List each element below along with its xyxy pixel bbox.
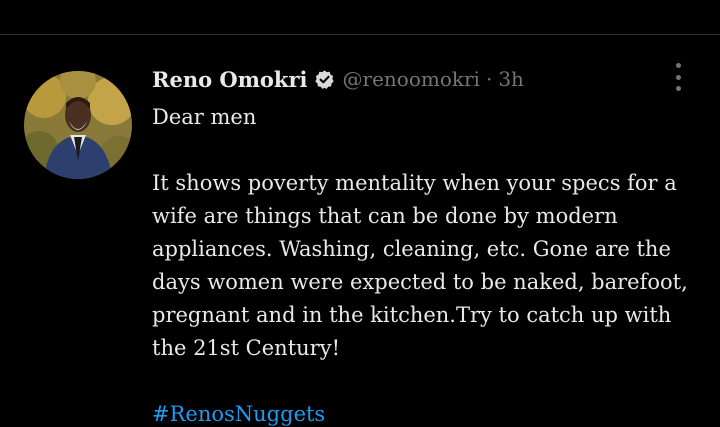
tweet-text-line: appliances. Washing, cleaning, etc. Gone…	[152, 237, 671, 261]
author-display-name[interactable]: Reno Omokri	[152, 67, 308, 92]
tweet-text-line: pregnant and in the kitchen.Try to catch…	[152, 303, 672, 327]
hashtag-link[interactable]: #RenosNuggets	[152, 402, 325, 426]
tweet[interactable]: Reno Omokri @renoomokri · 3h Dear men It…	[0, 35, 720, 427]
tweet-header: Reno Omokri @renoomokri · 3h	[152, 63, 524, 95]
tweet-text-line: the 21st Century!	[152, 336, 341, 360]
more-options-icon[interactable]	[668, 63, 688, 91]
hashtag-row: #RenosNuggets	[152, 398, 702, 427]
avatar-photo	[24, 71, 132, 179]
avatar[interactable]	[24, 71, 132, 179]
tweet-text-line: It shows poverty mentality when your spe…	[152, 171, 677, 195]
tweet-text: Dear men It shows poverty mentality when…	[152, 101, 702, 427]
tweet-greeting: Dear men	[152, 105, 257, 129]
header-separator: ·	[485, 67, 493, 91]
tweet-timestamp[interactable]: 3h	[498, 67, 524, 91]
more-dot	[675, 74, 681, 80]
author-handle[interactable]: @renoomokri	[343, 67, 480, 91]
more-dot	[675, 86, 681, 91]
tweet-text-line: wife are things that can be done by mode…	[152, 204, 618, 228]
verified-badge-icon	[314, 69, 334, 89]
more-dot	[675, 63, 681, 68]
tweet-text-line: days women were expected to be naked, ba…	[152, 270, 688, 294]
